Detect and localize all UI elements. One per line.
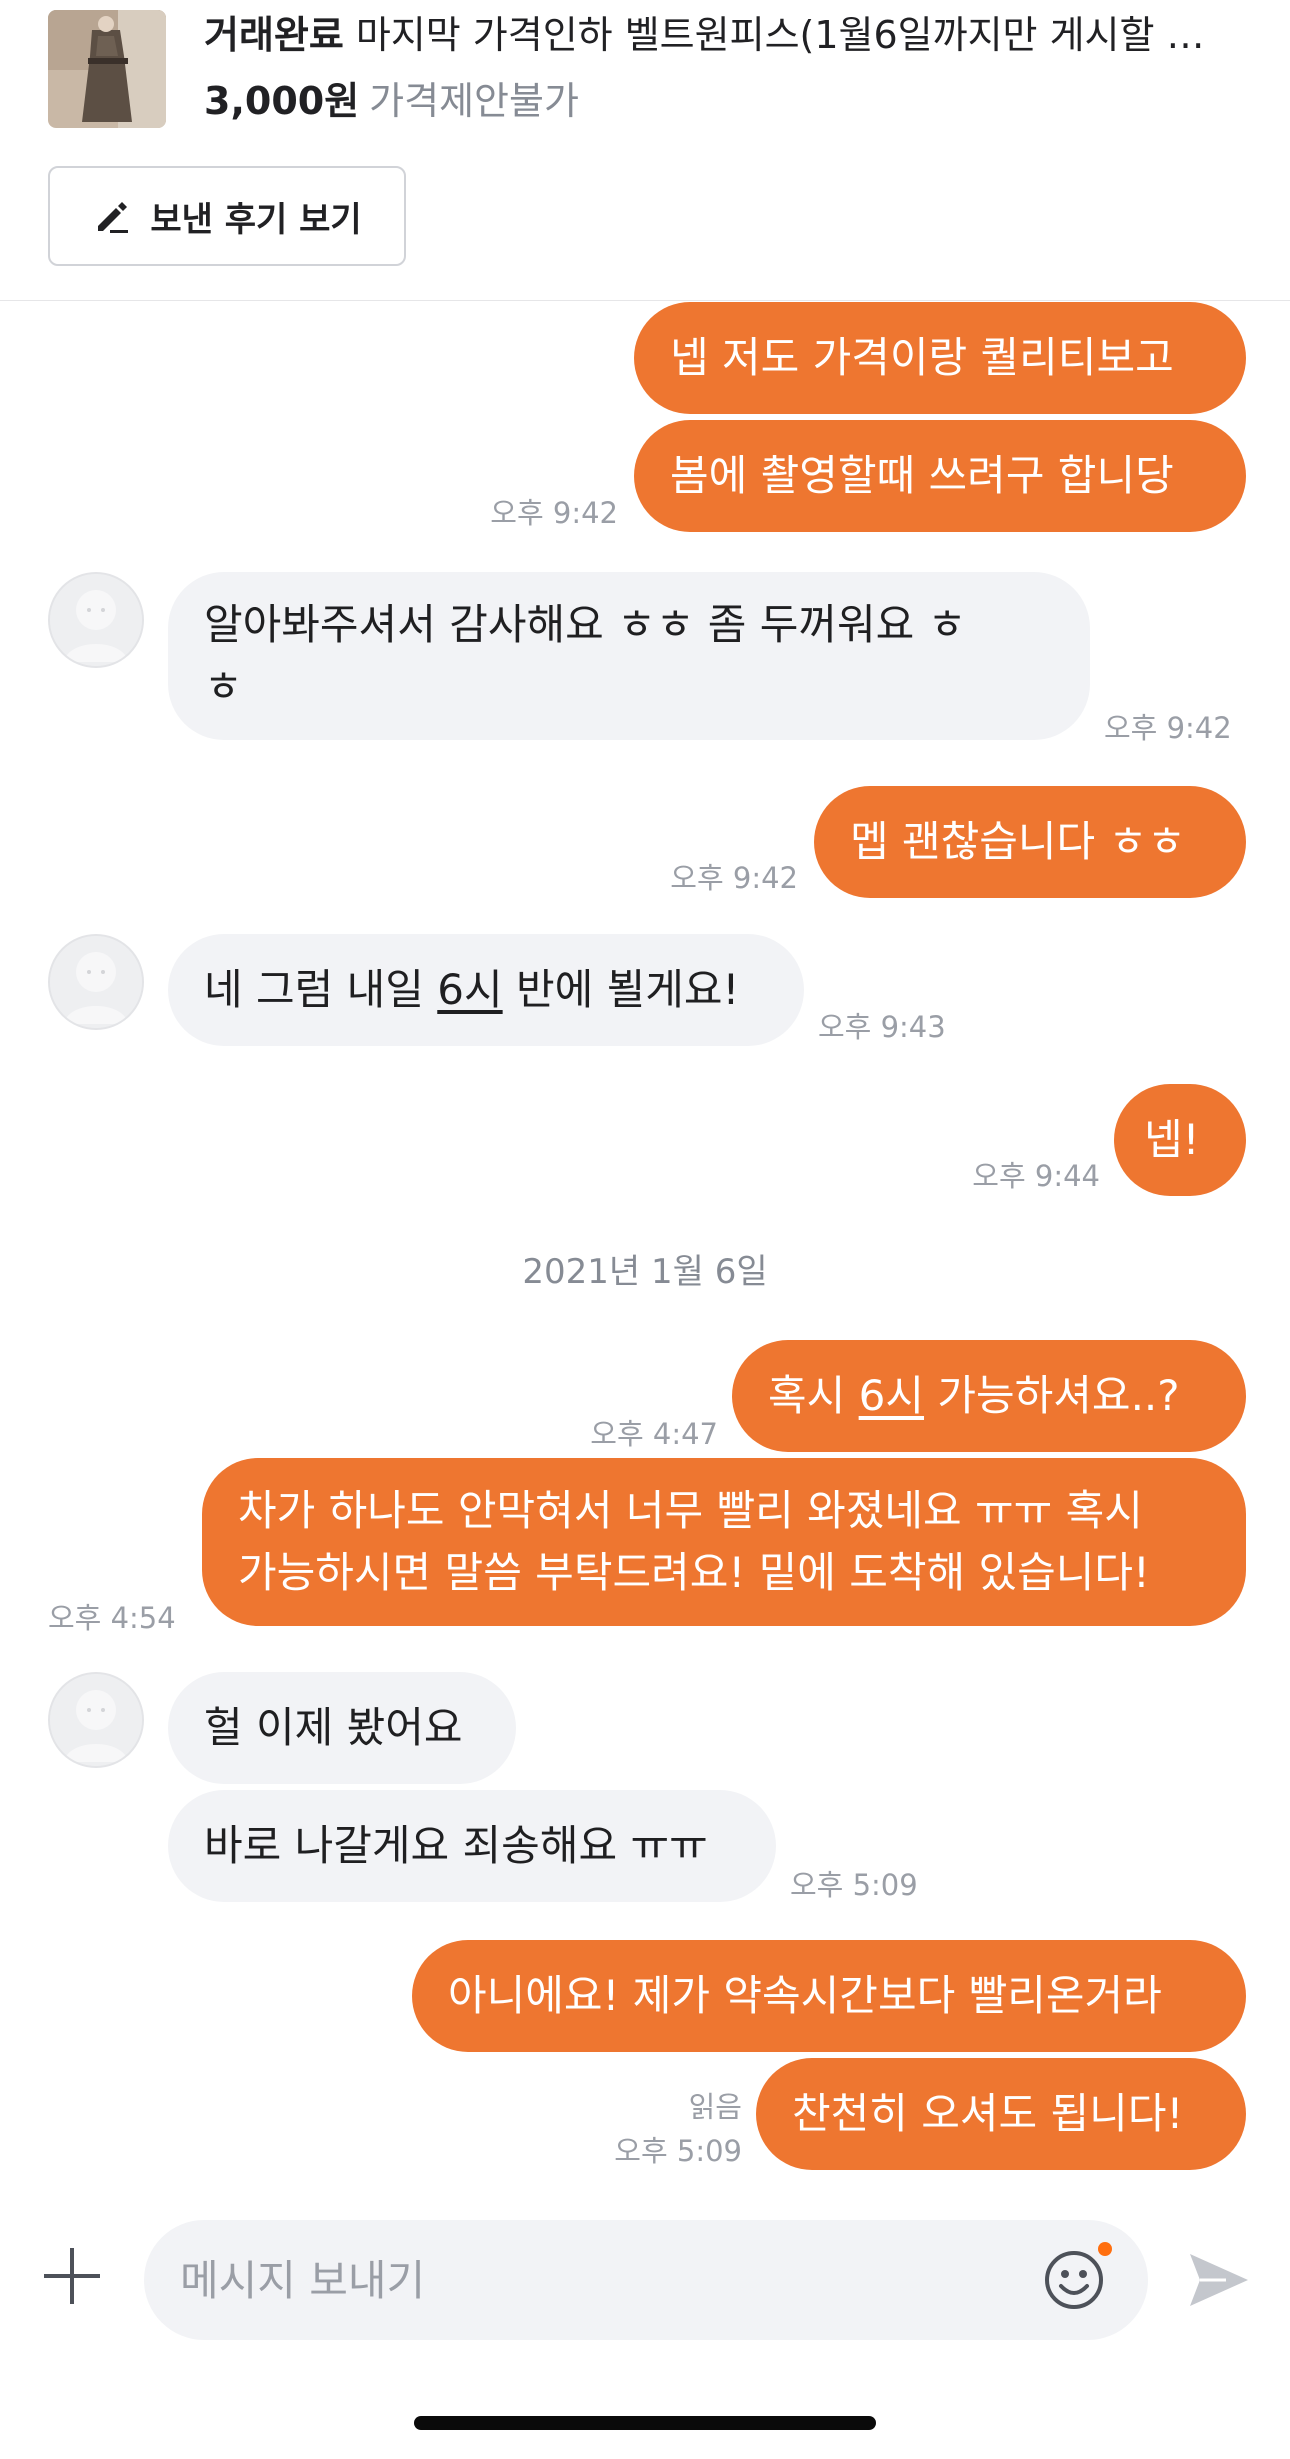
- default-profile-icon: [50, 1674, 142, 1766]
- message-incoming: 알아봐주셔서 감사해요 ㅎㅎ 좀 두꺼워요 ㅎ ㅎ: [168, 572, 1090, 740]
- time-link[interactable]: 6시: [859, 1371, 924, 1420]
- message-timestamp: 오후 4:47: [590, 1417, 718, 1451]
- product-thumbnail[interactable]: [48, 10, 166, 128]
- message-timestamp: 오후 9:44: [972, 1159, 1100, 1193]
- time-link[interactable]: 6시: [437, 965, 502, 1014]
- avatar[interactable]: [48, 1672, 144, 1768]
- message-outgoing: 멥 괜찮습니다 ㅎㅎ: [814, 786, 1246, 898]
- message-outgoing: 아니에요! 제가 약속시간보다 빨리온거라: [412, 1940, 1246, 2052]
- emoji-icon[interactable]: [1042, 2248, 1106, 2312]
- message-text: 혹시: [768, 1371, 859, 1420]
- message-line: 알아봐주셔서 감사해요 ㅎㅎ 좀 두꺼워요 ㅎ: [204, 600, 967, 649]
- message-outgoing: 찬천히 오셔도 됩니다!: [756, 2058, 1246, 2170]
- message-line: ㅎ: [204, 662, 243, 711]
- message-timestamp: 오후 5:09: [614, 2134, 742, 2168]
- product-title[interactable]: 거래완료 마지막 가격인하 벨트원피스(1월6일까지만 게시할 …: [204, 6, 1244, 64]
- plus-icon[interactable]: [40, 2244, 104, 2308]
- product-price: 3,000원: [204, 79, 360, 123]
- message-timestamp: 오후 9:42: [670, 861, 798, 895]
- message-line: 차가 하나도 안막혀서 너무 빨리 와졌네요 ㅠㅠ 혹시: [238, 1486, 1143, 1535]
- message-text: 가능하셔요..?: [924, 1371, 1180, 1420]
- message-outgoing: 차가 하나도 안막혀서 너무 빨리 와졌네요 ㅠㅠ 혹시 가능하시면 말씀 부탁…: [202, 1458, 1246, 1626]
- product-name: 마지막 가격인하 벨트원피스(1월6일까지만 게시할 …: [355, 13, 1205, 57]
- message-incoming: 네 그럼 내일 6시 반에 뵐게요!: [168, 934, 804, 1046]
- product-header: 거래완료 마지막 가격인하 벨트원피스(1월6일까지만 게시할 … 3,000원 가…: [0, 0, 1290, 301]
- trade-status: 거래완료: [204, 13, 344, 57]
- avatar[interactable]: [48, 934, 144, 1030]
- notification-dot: [1098, 2242, 1112, 2256]
- message-line: 가능하시면 말씀 부탁드려요! 밑에 도착해 있습니다!: [238, 1548, 1150, 1597]
- pencil-icon: [98, 202, 129, 233]
- message-timestamp: 오후 5:09: [790, 1868, 918, 1902]
- product-price-row: 3,000원 가격제안불가: [204, 72, 579, 130]
- message-outgoing: 혹시 6시 가능하셔요..?: [732, 1340, 1246, 1452]
- message-text: 반에 뵐게요!: [502, 965, 740, 1014]
- message-incoming: 헐 이제 봤어요: [168, 1672, 516, 1784]
- read-receipt: 읽음: [688, 2090, 742, 2124]
- message-outgoing: 넵 저도 가격이랑 퀄리티보고: [634, 302, 1246, 414]
- send-icon[interactable]: [1186, 2248, 1250, 2312]
- negotiation-status: 가격제안불가: [369, 79, 579, 123]
- date-separator: 2021년 1월 6일: [522, 1252, 768, 1292]
- default-profile-icon: [50, 936, 142, 1028]
- message-timestamp: 오후 9:42: [490, 496, 618, 530]
- avatar[interactable]: [48, 572, 144, 668]
- message-outgoing: 봄에 촬영할때 쓰려구 합니당: [634, 420, 1246, 532]
- default-profile-icon: [50, 574, 142, 666]
- message-input[interactable]: [144, 2220, 1148, 2340]
- message-outgoing: 넵!: [1114, 1084, 1246, 1196]
- view-sent-review-button[interactable]: 보낸 후기 보기: [48, 166, 406, 266]
- message-text: 네 그럼 내일: [204, 965, 438, 1014]
- message-timestamp: 오후 4:54: [48, 1601, 176, 1635]
- message-incoming: 바로 나갈게요 죄송해요 ㅠㅠ: [168, 1790, 776, 1902]
- view-sent-review-label: 보낸 후기 보기: [150, 199, 362, 240]
- message-timestamp: 오후 9:42: [1104, 711, 1232, 745]
- message-timestamp: 오후 9:43: [818, 1010, 946, 1044]
- home-indicator: [414, 2416, 876, 2430]
